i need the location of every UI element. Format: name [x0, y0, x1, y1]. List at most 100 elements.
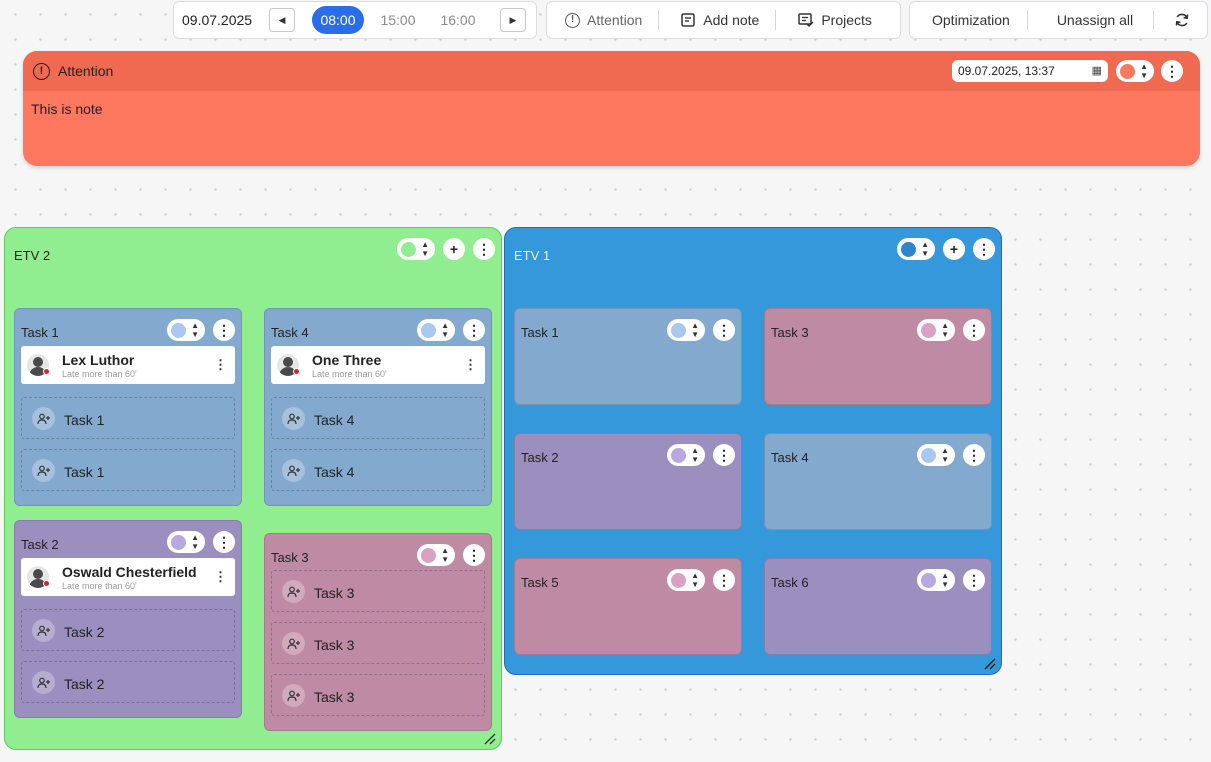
task-more-button[interactable]: ⋮: [213, 531, 235, 553]
chevron-updown-icon: ▲ ▼: [941, 571, 949, 589]
date-display[interactable]: 09.07.2025: [174, 12, 264, 28]
task-color-toggle[interactable]: ▲ ▼: [167, 319, 205, 341]
task-slot[interactable]: Task 2: [21, 609, 235, 651]
note-actions: ! Attention Add note Projects: [546, 1, 901, 39]
assign-user-icon: [32, 619, 55, 642]
task-slot[interactable]: Task 2: [21, 661, 235, 703]
task-color-toggle[interactable]: ▲ ▼: [417, 544, 455, 566]
kebab-icon: ⋮: [717, 322, 731, 338]
status-dot-icon: [293, 368, 300, 375]
task-title: Task 1: [21, 325, 59, 340]
task-card[interactable]: Task 5 ▲ ▼ ⋮: [514, 558, 742, 655]
assigned-person[interactable]: Oswald Chesterfield Late more than 60' ⋮: [21, 558, 235, 596]
etv-container[interactable]: ETV 2 ▲ ▼ + ⋮ Task 1 ▲ ▼ ⋮ Lex Luthor Late…: [4, 227, 502, 750]
etv-color-toggle[interactable]: ▲ ▼: [397, 238, 435, 260]
etv-container[interactable]: ETV 1 ▲ ▼ + ⋮ Task 1 ▲ ▼ ⋮ Task 3 ▲ ▼ ⋮ Tas…: [504, 227, 1002, 675]
time-option[interactable]: 15:00: [368, 12, 428, 28]
refresh-button[interactable]: [1154, 8, 1204, 32]
task-card[interactable]: Task 4 ▲ ▼ ⋮ One Three Late more than 60'…: [264, 308, 492, 506]
task-card[interactable]: Task 4 ▲ ▼ ⋮: [764, 433, 992, 530]
task-slot[interactable]: Task 4: [271, 397, 485, 439]
assigned-person[interactable]: Lex Luthor Late more than 60' ⋮: [21, 346, 235, 384]
task-card[interactable]: Task 6 ▲ ▼ ⋮: [764, 558, 992, 655]
assign-user-icon: [282, 459, 305, 482]
resize-handle-icon[interactable]: [484, 733, 496, 745]
task-color-toggle[interactable]: ▲ ▼: [917, 444, 955, 466]
task-more-button[interactable]: ⋮: [463, 319, 485, 341]
note-color-toggle[interactable]: ▲ ▼: [1116, 60, 1154, 82]
chevron-updown-icon: ▲ ▼: [1140, 62, 1148, 80]
prev-time-button[interactable]: ◀: [269, 8, 295, 32]
task-more-button[interactable]: ⋮: [463, 544, 485, 566]
task-more-button[interactable]: ⋮: [963, 444, 985, 466]
task-color-toggle[interactable]: ▲ ▼: [917, 319, 955, 341]
slot-label: Task 3: [314, 585, 355, 601]
task-card[interactable]: Task 1 ▲ ▼ ⋮: [514, 308, 742, 405]
next-time-button[interactable]: ▶: [500, 8, 526, 32]
kebab-icon: ⋮: [467, 547, 481, 563]
time-option[interactable]: 16:00: [428, 12, 488, 28]
task-color-toggle[interactable]: ▲ ▼: [667, 569, 705, 591]
note-more-button[interactable]: ⋮: [1161, 60, 1183, 82]
plus-icon: +: [949, 241, 959, 257]
task-more-button[interactable]: ⋮: [713, 444, 735, 466]
etv-more-button[interactable]: ⋮: [973, 238, 995, 260]
assign-user-icon: [32, 407, 55, 430]
task-more-button[interactable]: ⋮: [963, 569, 985, 591]
color-swatch: [171, 534, 186, 550]
etv-add-button[interactable]: +: [443, 238, 465, 260]
task-card[interactable]: Task 1 ▲ ▼ ⋮ Lex Luthor Late more than 60…: [14, 308, 242, 506]
task-color-toggle[interactable]: ▲ ▼: [667, 319, 705, 341]
assign-user-icon: [282, 407, 305, 430]
resize-handle-icon[interactable]: [984, 658, 996, 670]
refresh-icon: [1175, 13, 1189, 27]
color-swatch: [671, 572, 686, 588]
kebab-icon[interactable]: ⋮: [214, 569, 227, 585]
task-title: Task 6: [771, 575, 809, 590]
task-color-toggle[interactable]: ▲ ▼: [167, 531, 205, 553]
task-more-button[interactable]: ⋮: [713, 569, 735, 591]
task-slot[interactable]: Task 3: [271, 622, 485, 664]
task-slot[interactable]: Task 3: [271, 674, 485, 716]
task-card[interactable]: Task 3 ▲ ▼ ⋮: [764, 308, 992, 405]
chevron-updown-icon: ▲ ▼: [921, 240, 929, 258]
task-slot[interactable]: Task 3: [271, 570, 485, 612]
task-slot[interactable]: Task 4: [271, 449, 485, 491]
kebab-icon: ⋮: [217, 534, 231, 550]
task-title: Task 5: [521, 575, 559, 590]
kebab-icon[interactable]: ⋮: [464, 357, 477, 373]
color-swatch: [921, 572, 936, 588]
etv-more-button[interactable]: ⋮: [473, 238, 495, 260]
chevron-right-icon: ▶: [509, 14, 517, 25]
task-color-toggle[interactable]: ▲ ▼: [417, 319, 455, 341]
chevron-updown-icon: ▲ ▼: [691, 446, 699, 464]
task-more-button[interactable]: ⋮: [213, 319, 235, 341]
projects-button[interactable]: Projects: [776, 8, 888, 32]
attention-note-title: Attention: [58, 63, 114, 79]
calendar-icon[interactable]: ▦: [1092, 64, 1102, 77]
task-card[interactable]: Task 3 ▲ ▼ ⋮ Task 3 Task 3 Task 3: [264, 533, 492, 731]
etv-add-button[interactable]: +: [943, 238, 965, 260]
task-card[interactable]: Task 2 ▲ ▼ ⋮: [514, 433, 742, 530]
chevron-updown-icon: ▲ ▼: [191, 321, 199, 339]
task-slot[interactable]: Task 1: [21, 449, 235, 491]
task-more-button[interactable]: ⋮: [963, 319, 985, 341]
task-color-toggle[interactable]: ▲ ▼: [667, 444, 705, 466]
note-datetime-input[interactable]: 09.07.2025, 13:37 ▦: [952, 60, 1108, 82]
task-title: Task 3: [771, 325, 809, 340]
task-card[interactable]: Task 2 ▲ ▼ ⋮ Oswald Chesterfield Late mor…: [14, 520, 242, 718]
color-swatch: [421, 547, 436, 563]
assigned-person[interactable]: One Three Late more than 60' ⋮: [271, 346, 485, 384]
task-color-toggle[interactable]: ▲ ▼: [917, 569, 955, 591]
person-status: Late more than 60': [62, 581, 137, 591]
chevron-updown-icon: ▲ ▼: [421, 240, 429, 258]
kebab-icon[interactable]: ⋮: [214, 357, 227, 373]
time-option-selected[interactable]: 08:00: [312, 6, 364, 34]
optimization-button[interactable]: Optimization: [910, 8, 1027, 32]
etv-color-toggle[interactable]: ▲ ▼: [897, 238, 935, 260]
unassign-all-button[interactable]: Unassign all: [1028, 8, 1153, 32]
attention-button[interactable]: ! Attention: [547, 8, 658, 32]
task-slot[interactable]: Task 1: [21, 397, 235, 439]
task-more-button[interactable]: ⋮: [713, 319, 735, 341]
add-note-button[interactable]: Add note: [659, 8, 775, 32]
